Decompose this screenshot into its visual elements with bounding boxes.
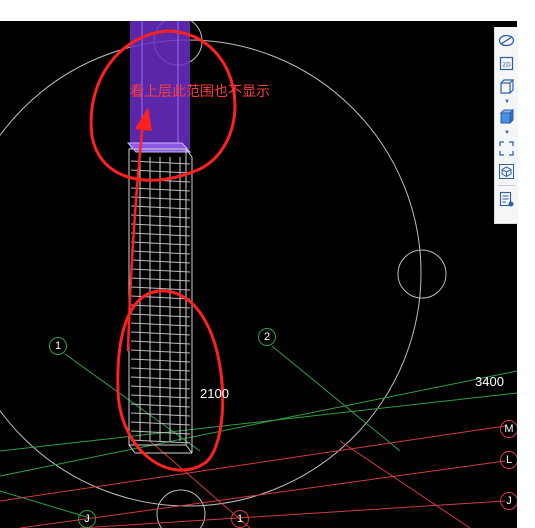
grid-line-green [0, 370, 517, 477]
grid-line-red [0, 425, 506, 502]
chevron-down-icon[interactable]: ▼ [504, 99, 510, 105]
fit-view-icon [499, 141, 514, 156]
grid-axis-L[interactable]: L [500, 451, 517, 469]
2d-view-icon: 2D [499, 56, 514, 71]
orbit-handle-right [397, 249, 447, 299]
grid-line-green [0, 490, 91, 519]
3d-viewport[interactable]: 看上层此范围也不显示 2100 3400 1 2 M L J J 1 [0, 21, 517, 528]
grid-axis-1-top[interactable]: 1 [49, 337, 67, 355]
annotation-arrow-line [126, 120, 145, 352]
grid-axis-J-right[interactable]: J [500, 492, 517, 510]
view-cube-orbit-circle [0, 39, 422, 507]
2d-view-button[interactable]: 2D [497, 54, 516, 73]
toolbar-divider [498, 185, 515, 186]
grid-line-red [339, 440, 471, 528]
rotate-view-button[interactable] [497, 31, 516, 50]
svg-text:2D: 2D [502, 62, 511, 69]
fit-view-button[interactable] [497, 139, 516, 158]
dimension-label-2100: 2100 [200, 386, 229, 401]
properties-list-icon [499, 191, 514, 207]
annotation-text: 看上层此范围也不显示 [130, 84, 270, 100]
column-top-face [126, 142, 192, 153]
solid-box-icon [499, 108, 515, 125]
view-toolbar: 2D ▼ ▼ [494, 27, 518, 224]
3d-view-button[interactable] [497, 162, 516, 181]
grid-axis-J-bottom[interactable]: J [78, 510, 96, 528]
dimension-label-3400: 3400 [475, 374, 504, 389]
grid-line-red [79, 500, 506, 528]
3d-cube-icon [499, 164, 514, 179]
grid-line-green [0, 392, 517, 452]
wireframe-view-button[interactable] [497, 77, 516, 96]
properties-button[interactable] [497, 190, 516, 209]
grid-axis-1-bottom[interactable]: 1 [231, 510, 249, 528]
grid-axis-M[interactable]: M [500, 420, 517, 438]
solid-view-button[interactable] [497, 107, 516, 126]
chevron-down-icon[interactable]: ▼ [504, 130, 510, 136]
grid-axis-2-top[interactable]: 2 [258, 328, 276, 346]
wireframe-box-icon [500, 79, 515, 94]
rotate-view-icon [498, 34, 515, 47]
